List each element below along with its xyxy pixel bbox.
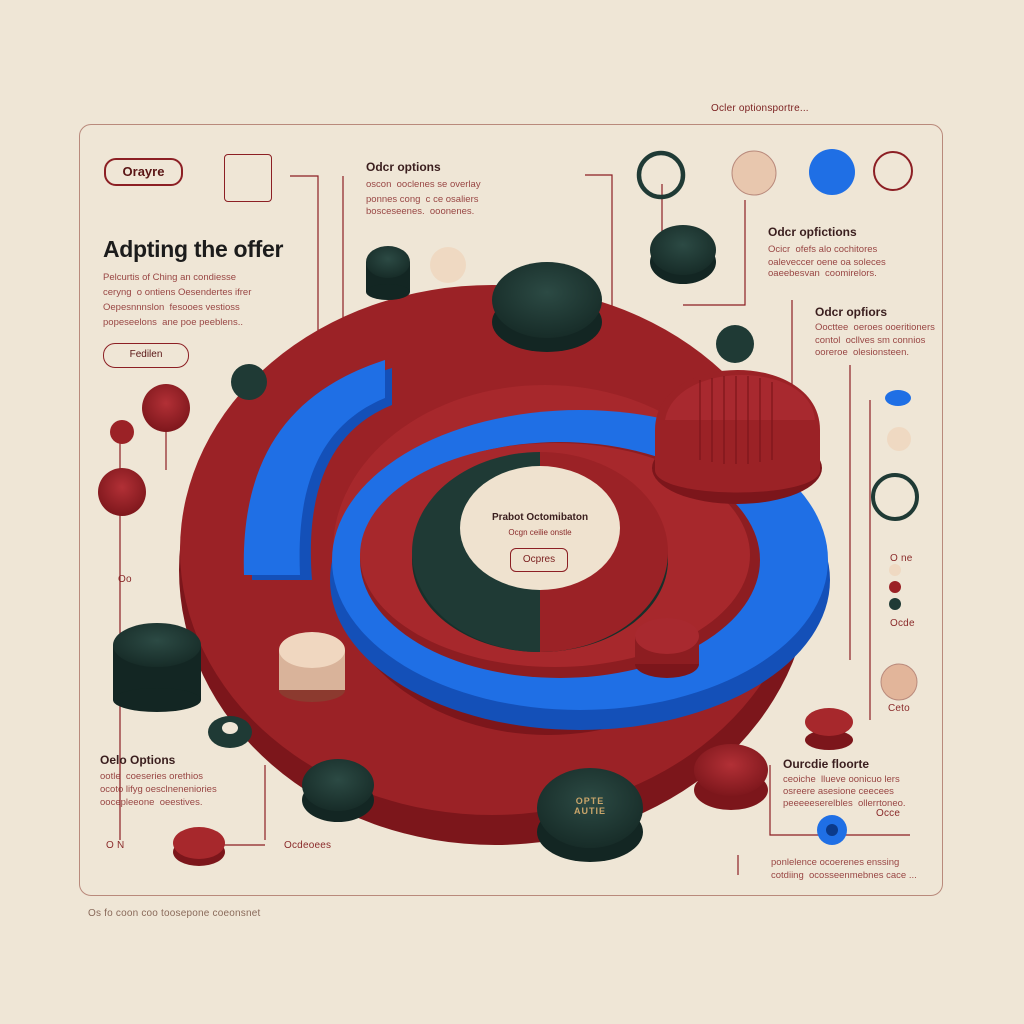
center-subtitle: Ocgn ceilie onstle (508, 528, 572, 537)
swatch-blue-small (885, 390, 911, 406)
swatch-blue (809, 149, 855, 195)
left-small-label: Oo (118, 574, 132, 585)
swatch-beige-small (887, 427, 911, 451)
bottom-right-label: Occe (876, 808, 901, 819)
bottom-left-label-left: O N (106, 840, 125, 851)
top-options-heading: Odcr options (366, 160, 441, 174)
right-options-1-heading: Odcr opfictions (768, 225, 857, 239)
top-dark-puck (492, 262, 602, 352)
dot-red (889, 581, 901, 593)
center-button[interactable]: Ocpres (510, 548, 568, 572)
red-dot-left (110, 420, 134, 444)
right-options-2-line-3: ooreroe olesionsteen. (815, 347, 910, 358)
beige-dot-top (430, 247, 466, 283)
image-placeholder-box (224, 154, 272, 202)
tag-pill[interactable]: Orayre (104, 158, 183, 186)
red-puck-right-lower (805, 708, 853, 750)
red-puck-bottom-right (694, 744, 768, 810)
dot-beige (889, 564, 901, 576)
dark-puck-bottom (302, 759, 374, 822)
swatch-dark-ring (636, 150, 686, 200)
top-options-line-3: bosceseenes. ooonenes. (366, 206, 475, 217)
swatch-beige-texture-right (880, 663, 918, 701)
bottom-left-heading: Oelo Options (100, 753, 176, 767)
bottom-left-line-3: oocepleeone oeestives. (100, 797, 203, 808)
bottom-right-footnote-2: cotdiing ocosseenmebnes cace ... (771, 870, 917, 881)
left-body-line-2: ceryng o ontiens Oesendertes ifrer (103, 287, 252, 298)
dot-dark (889, 598, 901, 610)
red-button-bottom (173, 827, 225, 866)
left-body-line-1: Pelcurtis of Ching an condiesse (103, 272, 237, 283)
dark-cylinder-small (366, 246, 410, 300)
right-small-label-a: O ne (890, 553, 913, 564)
red-small-stack (635, 618, 699, 678)
left-body-line-3: Oepesnnnslon fesooes vestioss (103, 302, 240, 313)
swatch-red-outline (873, 151, 913, 191)
right-small-label-c: Ceto (888, 703, 910, 714)
page-title: Adpting the offer (103, 236, 284, 262)
bottom-left-label-right: Ocdeoees (284, 840, 332, 851)
top-options-line-1: oscon ooclenes se overlay (366, 179, 481, 190)
dark-cylinder-left (113, 623, 201, 712)
beige-stack (279, 632, 345, 702)
right-options-2-heading: Odcr opfiors (815, 305, 888, 319)
red-ball-left-2 (98, 468, 146, 516)
left-action-button[interactable]: Fedilen (103, 343, 189, 368)
swatch-dark-ring-right (871, 473, 919, 521)
dark-ball-left (231, 364, 267, 400)
center-title: Prabot Octomibaton (491, 512, 589, 523)
swatch-beige-texture (731, 150, 777, 196)
left-body-line-4: popeseelons ane poe peeblens.. (103, 317, 243, 328)
puck-badge-text: OPTE AUTIE (574, 796, 606, 816)
right-options-1-line-3: oaeebesvan coomirelors. (768, 268, 877, 279)
right-small-label-b: Ocde (890, 618, 915, 629)
footer-caption: Os fo coon coo toosepone coeonsnet (88, 908, 261, 919)
red-ball-left (142, 384, 190, 432)
bottom-right-heading: Ourcdie floorte (783, 757, 870, 771)
dark-puck-right (650, 225, 716, 284)
